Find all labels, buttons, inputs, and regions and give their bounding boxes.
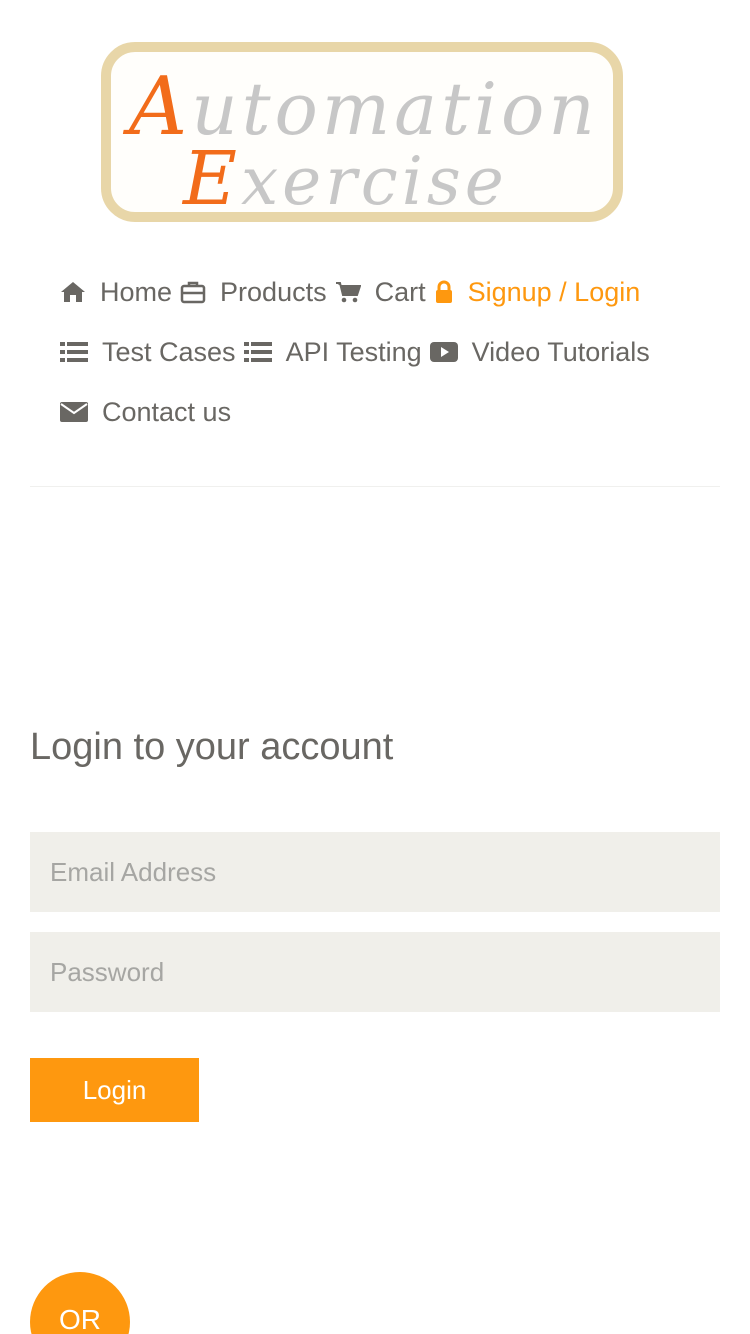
login-button[interactable]: Login	[30, 1058, 199, 1122]
envelope-icon	[60, 401, 88, 423]
nav-contact-us[interactable]: Contact us	[60, 397, 231, 428]
page: Automation Exercise Home Products Cart S…	[0, 0, 750, 1334]
site-logo[interactable]: Automation Exercise	[101, 42, 623, 222]
list-icon	[243, 341, 272, 363]
nav-signup-login[interactable]: Signup / Login	[434, 276, 641, 308]
password-field[interactable]	[30, 932, 720, 1012]
nav-home[interactable]: Home	[60, 277, 172, 308]
header-divider	[30, 486, 720, 487]
nav-home-label: Home	[100, 276, 173, 307]
briefcase-icon	[180, 280, 206, 304]
nav-cart[interactable]: Cart	[335, 277, 426, 308]
nav-video-tutorials[interactable]: Video Tutorials	[429, 336, 650, 368]
nav-row-1: Home Products Cart Signup / Login	[60, 272, 648, 312]
youtube-play-icon	[429, 341, 458, 363]
nav-row-2: Test Cases API Testing Video Tutorials	[60, 332, 658, 372]
email-field[interactable]	[30, 832, 720, 912]
nav-products-label: Products	[220, 276, 327, 307]
home-icon	[60, 281, 86, 303]
nav-api-testing[interactable]: API Testing	[243, 336, 422, 368]
logo-line-2: Exercise	[183, 136, 508, 222]
list-icon	[60, 341, 88, 363]
nav-video-tutorials-label: Video Tutorials	[471, 336, 650, 367]
nav-signup-login-label: Signup / Login	[467, 276, 641, 307]
nav-test-cases[interactable]: Test Cases	[60, 337, 236, 368]
nav-contact-us-label: Contact us	[102, 396, 232, 427]
nav-cart-label: Cart	[374, 276, 426, 307]
login-form-title: Login to your account	[30, 726, 394, 768]
cart-icon	[335, 281, 361, 303]
lock-icon	[434, 280, 454, 304]
nav-test-cases-label: Test Cases	[102, 336, 236, 367]
nav-api-testing-label: API Testing	[285, 336, 422, 367]
nav-row-3: Contact us	[60, 392, 239, 432]
or-badge: OR	[30, 1272, 130, 1334]
nav-products[interactable]: Products	[180, 277, 327, 308]
